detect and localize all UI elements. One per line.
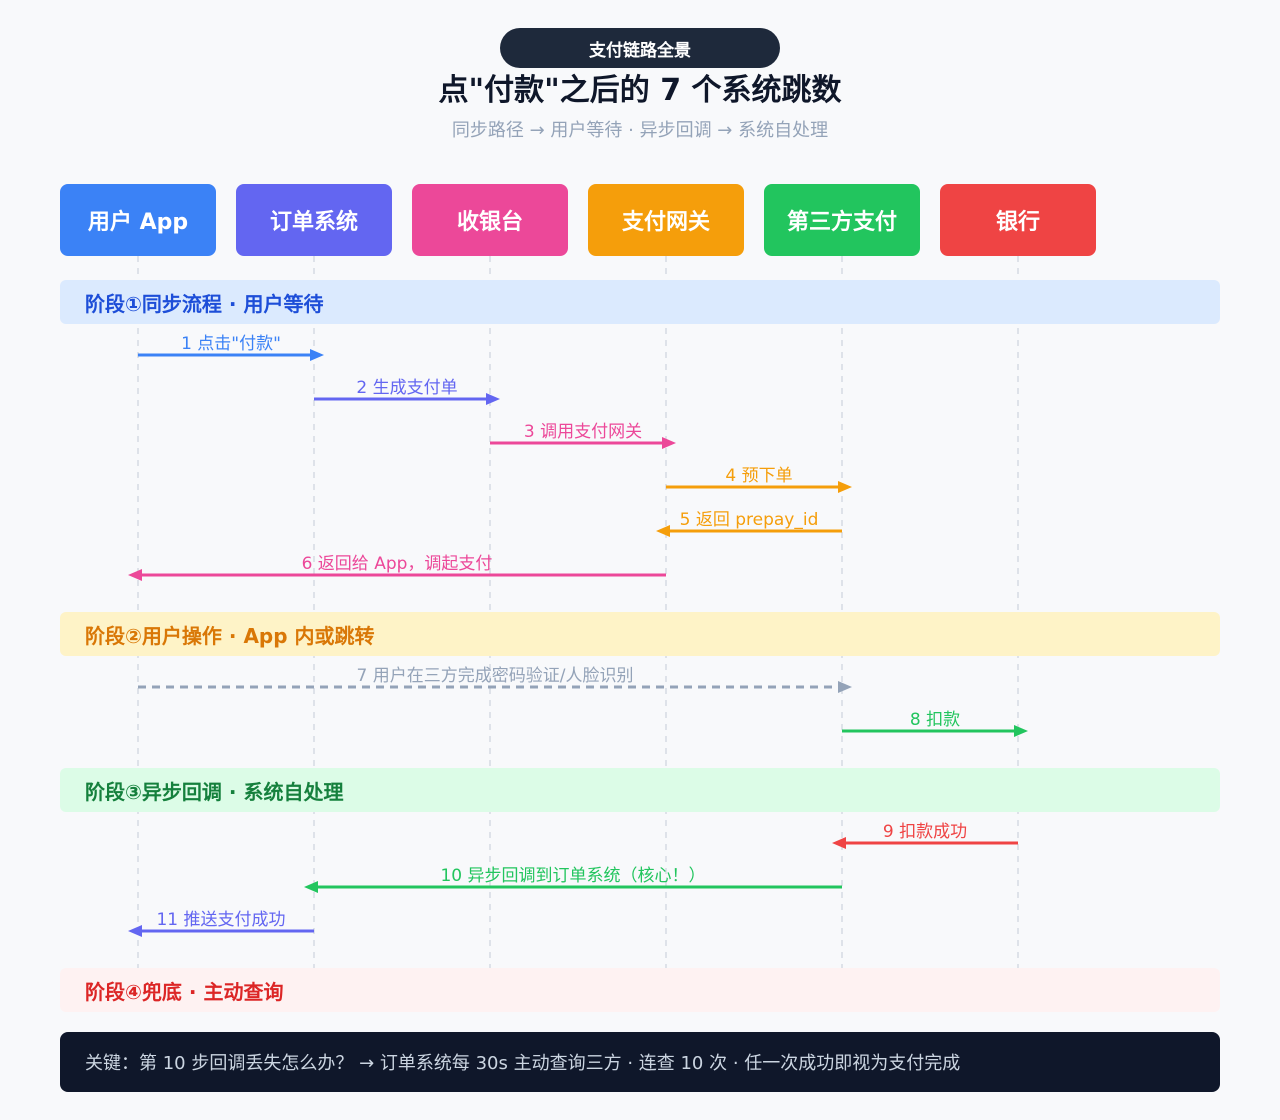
actor-order-system: 订单系统 — [236, 184, 392, 256]
page-subtitle: 同步路径 → 用户等待 · 异步回调 → 系统自处理 — [451, 120, 829, 141]
message-label: 3 调用支付网关 — [524, 422, 642, 442]
actor-payment-gateway: 支付网关 — [588, 184, 744, 256]
phase-sync: 阶段①同步流程 · 用户等待 — [60, 280, 1220, 324]
message-label: 4 预下单 — [725, 466, 792, 486]
actor-bank: 银行 — [940, 184, 1096, 256]
actor-third-party-payment: 第三方支付 — [764, 184, 920, 256]
message-label: 5 返回 prepay_id — [680, 510, 819, 530]
message-11: 11 推送支付成功 — [128, 910, 314, 937]
message-5: 5 返回 prepay_id — [656, 510, 842, 537]
message-8: 8 扣款 — [842, 710, 1028, 737]
message-label: 2 生成支付单 — [356, 378, 457, 398]
footer-note: 关键：第 10 步回调丢失怎么办？ → 订单系统每 30s 主动查询三方 · 连… — [60, 1032, 1220, 1092]
message-arrow-head — [304, 881, 318, 893]
page-title: 点"付款"之后的 7 个系统跳数 — [438, 73, 842, 108]
phase-async-callback: 阶段③异步回调 · 系统自处理 — [60, 768, 1220, 812]
message-label: 1 点击"付款" — [181, 334, 281, 354]
message-arrow-head — [128, 925, 142, 937]
message-arrow-head — [128, 569, 142, 581]
message-label: 8 扣款 — [910, 710, 960, 730]
phase-user-action: 阶段②用户操作 · App 内或跳转 — [60, 612, 1220, 656]
message-2: 2 生成支付单 — [314, 378, 500, 405]
message-9: 9 扣款成功 — [832, 822, 1018, 849]
message-arrow-head — [1014, 725, 1028, 737]
message-6: 6 返回给 App，调起支付 — [128, 554, 666, 581]
message-1: 1 点击"付款" — [138, 334, 324, 361]
message-10: 10 异步回调到订单系统（核心！） — [304, 866, 842, 893]
message-label: 10 异步回调到订单系统（核心！） — [440, 866, 705, 886]
message-3: 3 调用支付网关 — [490, 422, 676, 449]
message-7: 7 用户在三方完成密码验证/人脸识别 — [138, 666, 852, 693]
message-arrow-head — [838, 481, 852, 493]
message-arrow-head — [656, 525, 670, 537]
actor-cashier: 收银台 — [412, 184, 568, 256]
message-label: 6 返回给 App，调起支付 — [302, 554, 493, 574]
actor-user-app: 用户 App — [60, 184, 216, 256]
message-arrow-head — [310, 349, 324, 361]
message-arrow-head — [832, 837, 846, 849]
phase-fallback-query: 阶段④兜底 · 主动查询 — [60, 968, 1220, 1012]
header-badge: 支付链路全景 — [500, 28, 780, 68]
message-4: 4 预下单 — [666, 466, 852, 493]
sequence-diagram: 1 点击"付款" 2 生成支付单 3 调用支付网关 4 预下单 5 返回 prepay_… — [128, 256, 1028, 968]
message-arrow-head — [662, 437, 676, 449]
message-arrow-head — [486, 393, 500, 405]
message-label: 7 用户在三方完成密码验证/人脸识别 — [357, 666, 634, 686]
message-arrow-head — [838, 681, 852, 693]
message-label: 9 扣款成功 — [883, 822, 967, 842]
message-label: 11 推送支付成功 — [156, 910, 285, 930]
